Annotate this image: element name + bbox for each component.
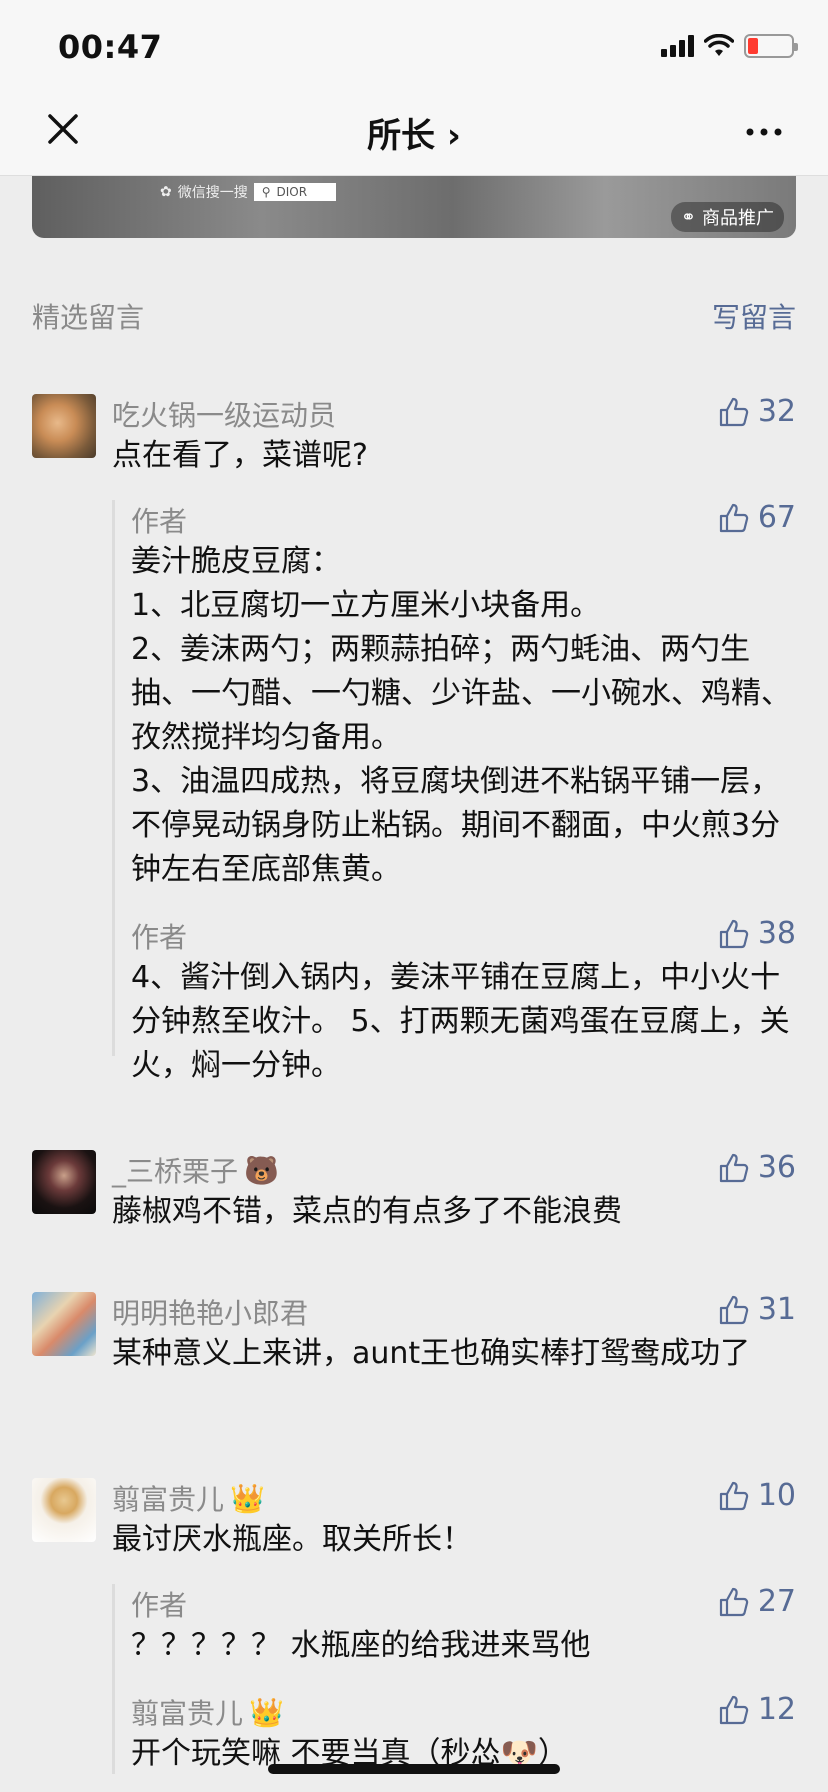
reply-nickname: 作者 <box>131 1584 187 1624</box>
section-title: 精选留言 <box>32 301 145 334</box>
like-count: 27 <box>757 1584 796 1619</box>
avatar[interactable] <box>32 394 96 458</box>
reply-thread: 作者 67 姜汁脆皮豆腐： 1、北豆腐切一立方厘米小块备用。 2、姜沫两勺；两颗… <box>112 500 796 1083</box>
thumbs-up-icon <box>719 1295 749 1324</box>
reply-text: 4、酱汁倒入锅内，姜沫平铺在豆腐上，中小火十分钟熬至收汁。 5、打两颗无菌鸡蛋在… <box>131 960 790 1083</box>
comment-item: _三桥栗子 🐻 36 藤椒鸡不错，菜点的有点多了不能浪费 <box>32 1150 796 1240</box>
like-count: 38 <box>757 916 796 951</box>
ad-search-query: DIOR <box>276 185 308 199</box>
like-count: 36 <box>757 1150 796 1185</box>
status-time: 00:47 <box>58 28 163 66</box>
comment-item: 明明艳艳小郎君 31 某种意义上来讲，aunt王也确实棒打鸳鸯成功了 <box>32 1292 796 1422</box>
avatar[interactable] <box>32 1150 96 1214</box>
crown-emoji-icon: 👑 <box>249 1695 284 1729</box>
like-button[interactable]: 32 <box>718 394 796 429</box>
reply-nickname: 翦富贵儿 👑 <box>131 1692 284 1732</box>
battery-icon <box>744 34 798 58</box>
comment-text: 藤椒鸡不错，菜点的有点多了不能浪费 <box>112 1194 622 1229</box>
reply-nickname: 作者 <box>131 916 187 956</box>
thumbs-up-icon <box>719 1695 749 1724</box>
comment-item: 翦富贵儿 👑 10 最讨厌水瓶座。取关所长！ 作者 27 ？？？？？ 水瓶座的给… <box>32 1478 796 1774</box>
search-icon: ⚲ <box>261 185 271 199</box>
signal-icon <box>661 35 694 57</box>
thumbs-up-icon <box>719 919 749 948</box>
reply-nickname: 作者 <box>131 500 187 540</box>
like-count: 67 <box>757 500 796 535</box>
like-button[interactable]: 27 <box>718 1584 796 1619</box>
ad-search-text: 微信搜一搜 <box>177 185 248 201</box>
comment-nickname[interactable]: 吃火锅一级运动员 <box>112 394 336 434</box>
link-icon: ⚭ <box>680 206 696 228</box>
like-count: 12 <box>757 1692 796 1727</box>
like-button[interactable]: 31 <box>718 1292 796 1327</box>
avatar[interactable] <box>32 1292 96 1356</box>
like-button[interactable]: 38 <box>718 916 796 951</box>
comment-text: 点在看了，菜谱呢? <box>112 438 368 473</box>
home-indicator[interactable] <box>268 1764 560 1774</box>
ad-search: ✿ 微信搜一搜 ⚲ DIOR <box>160 178 336 206</box>
nickname-text: 作者 <box>131 505 188 538</box>
ad-label[interactable]: ⚭ 商品推广 <box>670 202 784 232</box>
write-comment-button[interactable]: 写留言 <box>712 296 796 336</box>
nickname-text: 作者 <box>131 921 188 954</box>
ad-banner[interactable]: ✿ 微信搜一搜 ⚲ DIOR ⚭ 商品推广 <box>32 176 796 238</box>
like-count: 10 <box>757 1478 796 1513</box>
comment-nickname[interactable]: _三桥栗子 🐻 <box>112 1150 279 1190</box>
thumbs-up-icon <box>719 1153 749 1182</box>
wechat-icon: ✿ <box>160 184 172 200</box>
comment-text: 最讨厌水瓶座。取关所长！ <box>112 1522 472 1557</box>
reply-text: ？？？？？ 水瓶座的给我进来骂他 <box>131 1628 591 1663</box>
reply-thread: 作者 27 ？？？？？ 水瓶座的给我进来骂他 翦富贵儿 👑 12 开个玩笑嘛 不… <box>112 1584 796 1774</box>
nickname-text: 翦富贵儿 <box>131 1697 244 1730</box>
like-button[interactable]: 36 <box>718 1150 796 1185</box>
like-count: 31 <box>757 1292 796 1327</box>
page-title[interactable]: 所长 › <box>0 108 828 157</box>
like-count: 32 <box>757 394 796 429</box>
comment-nickname[interactable]: 翦富贵儿 👑 <box>112 1478 265 1518</box>
more-icon[interactable] <box>744 112 784 152</box>
wifi-icon <box>704 34 734 56</box>
nickname-text: 明明艳艳小郎君 <box>112 1297 309 1330</box>
status-icons <box>661 34 798 58</box>
nickname-text: 翦富贵儿 <box>112 1483 225 1516</box>
thumbs-up-icon <box>719 503 749 532</box>
ad-search-box: ⚲ DIOR <box>253 183 336 201</box>
comments-header: 精选留言 写留言 <box>32 296 796 336</box>
nickname-text: _三桥栗子 <box>112 1155 239 1188</box>
ad-label-text: 商品推广 <box>702 208 774 229</box>
like-button[interactable]: 67 <box>718 500 796 535</box>
crown-emoji-icon: 👑 <box>230 1481 265 1515</box>
like-button[interactable]: 10 <box>718 1478 796 1513</box>
comment-item: 吃火锅一级运动员 32 点在看了，菜谱呢? 作者 67 姜汁脆皮豆腐： 1、北豆… <box>32 394 796 1094</box>
thumbs-up-icon <box>719 1481 749 1510</box>
thumbs-up-icon <box>719 1587 749 1616</box>
bear-emoji-icon: 🐻 <box>244 1153 279 1187</box>
nickname-text: 吃火锅一级运动员 <box>112 399 337 432</box>
comment-text: 某种意义上来讲，aunt王也确实棒打鸳鸯成功了 <box>112 1336 751 1371</box>
avatar[interactable] <box>32 1478 96 1542</box>
reply-text: 姜汁脆皮豆腐： 1、北豆腐切一立方厘米小块备用。 2、姜沫两勺；两颗蒜拍碎；两勺… <box>131 544 791 887</box>
top-bar: 00:47 所长 › <box>0 0 828 176</box>
comment-nickname[interactable]: 明明艳艳小郎君 <box>112 1292 308 1332</box>
nickname-text: 作者 <box>131 1589 188 1622</box>
thumbs-up-icon <box>719 397 749 426</box>
like-button[interactable]: 12 <box>718 1692 796 1727</box>
